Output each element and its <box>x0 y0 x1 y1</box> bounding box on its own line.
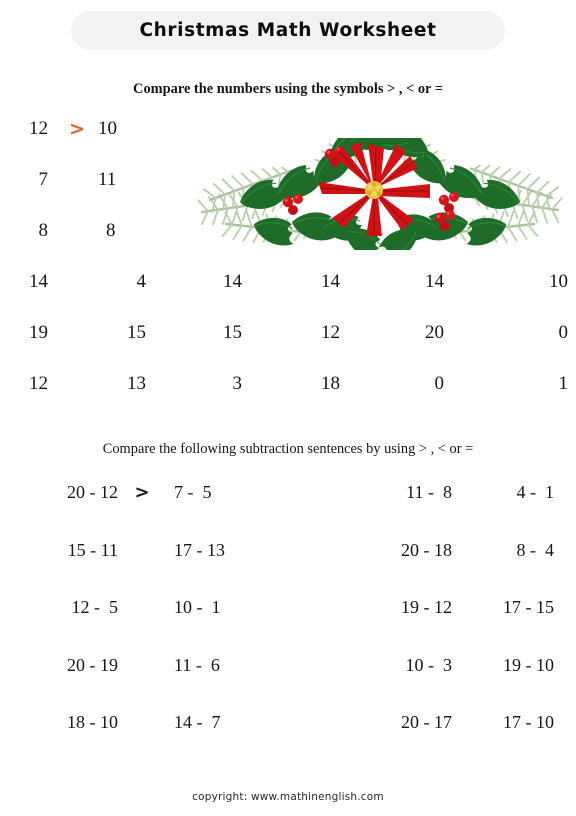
number-cell[interactable]: 14 <box>250 271 348 293</box>
number-cell[interactable]: 8 <box>0 220 56 242</box>
number-cell[interactable]: 3 <box>154 373 250 395</box>
subtraction-expression[interactable]: 20 - 12 <box>0 482 118 503</box>
number-cell[interactable]: 12 <box>0 373 56 395</box>
number-cell[interactable]: 8 <box>98 220 154 242</box>
subtraction-row: 15 - 11 17 - 13 20 - 18 8 - 4 <box>0 540 576 598</box>
number-row: 19 15 15 12 20 0 <box>0 322 576 373</box>
number-cell[interactable]: 14 <box>348 271 452 293</box>
number-cell[interactable]: 0 <box>348 373 452 395</box>
number-cell[interactable]: 15 <box>154 322 250 344</box>
number-cell[interactable]: 20 <box>348 322 452 344</box>
subtraction-expression[interactable]: 20 - 19 <box>0 655 118 676</box>
number-cell[interactable]: 7 <box>0 169 56 191</box>
number-cell[interactable]: 18 <box>250 373 348 395</box>
number-cell[interactable]: 15 <box>56 322 154 344</box>
subtraction-expression[interactable]: 7 - 5 <box>166 482 336 503</box>
number-cell[interactable]: 10 <box>98 118 154 140</box>
instruction-compare-numbers: Compare the numbers using the symbols > … <box>133 81 443 97</box>
subtraction-expression[interactable]: 19 - 10 <box>452 655 576 676</box>
subtraction-expression[interactable]: 12 - 5 <box>0 597 119 618</box>
page-title: Christmas Math Worksheet <box>139 20 437 41</box>
number-cell[interactable]: 4 <box>56 271 154 293</box>
subtraction-expression[interactable]: 17 - 10 <box>452 712 576 733</box>
number-row: 8 8 <box>0 220 576 271</box>
subtraction-row: 20 - 19 11 - 6 10 - 3 19 - 10 <box>0 655 576 713</box>
number-cell[interactable]: 1 <box>452 373 576 395</box>
number-cell[interactable]: 19 <box>0 322 56 344</box>
number-cell[interactable]: 14 <box>0 271 56 293</box>
subtraction-exercise-grid: 20 - 12 > 7 - 5 11 - 8 4 - 1 15 - 11 17 … <box>0 482 576 770</box>
title-banner: Christmas Math Worksheet <box>71 11 505 50</box>
number-row: 12 > 10 <box>0 118 576 169</box>
number-row: 12 13 3 18 0 1 <box>0 373 576 424</box>
subtraction-expression[interactable]: 11 - 6 <box>166 655 336 676</box>
example-comparison-symbol[interactable]: > <box>56 118 98 140</box>
subtraction-expression[interactable]: 8 - 4 <box>452 540 576 561</box>
numbers-exercise-grid: 12 > 10 7 11 8 8 14 4 14 14 14 10 19 15 … <box>0 118 576 424</box>
subtraction-expression[interactable]: 17 - 13 <box>166 540 336 561</box>
subtraction-expression[interactable]: 18 - 10 <box>0 712 118 733</box>
subtraction-expression[interactable]: 11 - 8 <box>336 482 452 503</box>
subtraction-expression[interactable]: 4 - 1 <box>452 482 576 503</box>
number-cell[interactable]: 12 <box>250 322 348 344</box>
subtraction-expression[interactable]: 20 - 18 <box>336 540 452 561</box>
copyright-footer: copyright: www.mathinenglish.com <box>192 791 384 803</box>
number-cell[interactable]: 14 <box>154 271 250 293</box>
instruction-compare-subtraction: Compare the following subtraction senten… <box>102 441 474 457</box>
number-cell[interactable]: 10 <box>452 271 576 293</box>
number-cell[interactable]: 13 <box>56 373 154 395</box>
subtraction-row: 12 - 5 10 - 1 19 - 12 17 - 15 <box>0 597 576 655</box>
subtraction-expression[interactable]: 19 - 12 <box>336 597 452 618</box>
subtraction-expression[interactable]: 14 - 7 <box>166 712 336 733</box>
subtraction-expression[interactable]: 15 - 11 <box>0 540 118 561</box>
number-cell[interactable]: 11 <box>98 169 154 191</box>
number-cell[interactable]: 12 <box>0 118 56 140</box>
subtraction-row: 18 - 10 14 - 7 20 - 17 17 - 10 <box>0 712 576 770</box>
subtraction-expression[interactable]: 10 - 3 <box>336 655 453 676</box>
number-cell[interactable]: 0 <box>452 322 576 344</box>
number-row: 14 4 14 14 14 10 <box>0 271 576 322</box>
subtraction-row: 20 - 12 > 7 - 5 11 - 8 4 - 1 <box>0 482 576 540</box>
example-comparison-symbol[interactable]: > <box>118 482 166 503</box>
subtraction-expression[interactable]: 20 - 17 <box>336 712 452 733</box>
subtraction-expression[interactable]: 10 - 1 <box>166 597 336 618</box>
number-row: 7 11 <box>0 169 576 220</box>
subtraction-expression[interactable]: 17 - 15 <box>452 597 576 618</box>
